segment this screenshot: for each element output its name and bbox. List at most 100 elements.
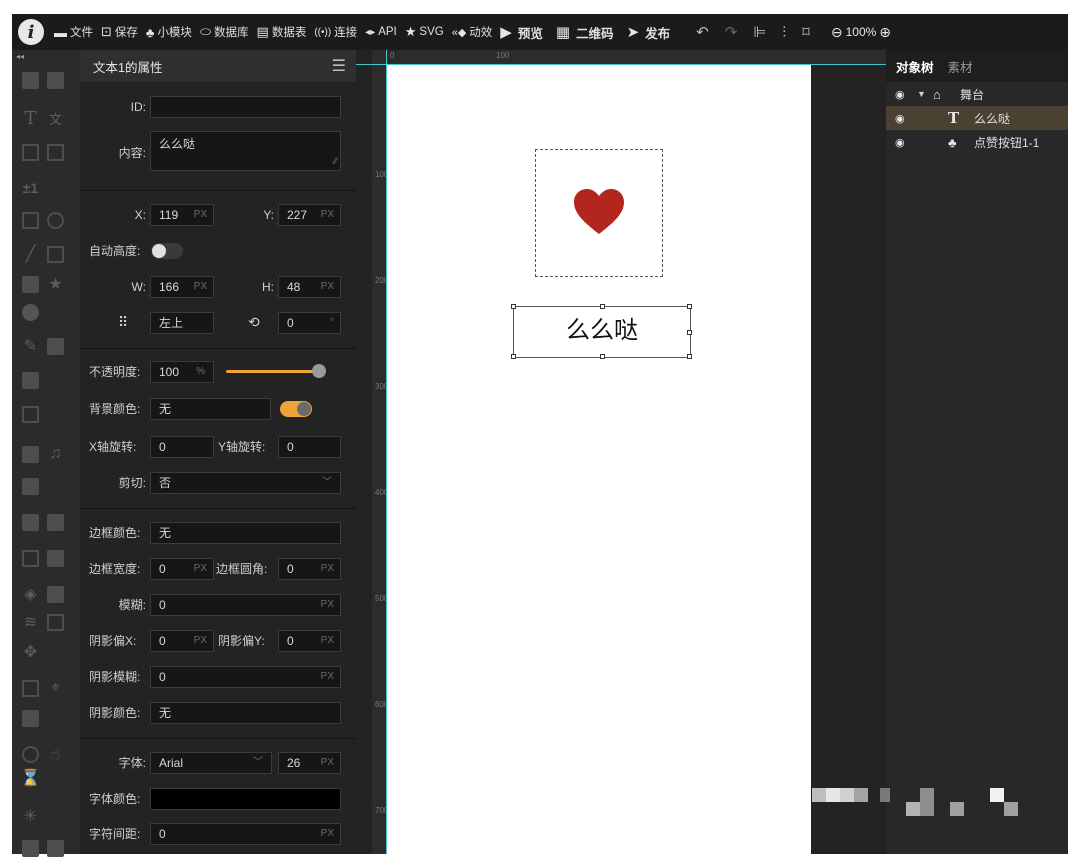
caret-down-icon[interactable]: ▼ [917, 89, 926, 99]
id-input[interactable] [150, 96, 341, 118]
connect-button[interactable]: ((•)) 连接 [314, 24, 357, 40]
anchor-select[interactable]: 左上 [150, 312, 214, 334]
zoom-in-icon[interactable]: ⊕ [879, 24, 891, 41]
border-width-input[interactable]: 0 PX [150, 558, 214, 580]
svg-image-icon[interactable] [22, 275, 39, 293]
clip-select[interactable]: 否 ﹀ [150, 472, 341, 494]
collapse-icon[interactable]: ◂◂ [16, 52, 24, 61]
music-icon[interactable]: ♫ [47, 445, 64, 463]
shape-icon[interactable] [22, 303, 39, 321]
stage[interactable]: 么么哒 [387, 65, 811, 854]
rectangle-icon[interactable] [22, 211, 39, 229]
move-icon[interactable]: ✥ [22, 644, 39, 661]
svg-button[interactable]: ★ SVG [405, 24, 444, 40]
api-button[interactable]: ◂▸ API [365, 26, 397, 38]
shadow-x-input[interactable]: 0 PX [150, 630, 214, 652]
form-icon[interactable] [47, 143, 64, 161]
qrcode-component-icon[interactable] [22, 405, 39, 423]
misc-icon-2[interactable] [47, 839, 64, 857]
resize-handle-bl[interactable] [511, 354, 516, 359]
auto-height-toggle[interactable] [151, 243, 183, 259]
eye-icon[interactable]: ◉ [895, 112, 905, 125]
eye-icon[interactable]: ◉ [895, 136, 905, 149]
animation-button[interactable]: «◆ 动效 [452, 24, 493, 40]
svg-file-icon[interactable] [47, 245, 64, 263]
eye-icon[interactable]: ◉ [895, 88, 905, 101]
resize-handle-tl[interactable] [511, 304, 516, 309]
puzzle-icon[interactable]: ✳ [22, 808, 39, 825]
opacity-slider-track[interactable] [226, 370, 322, 373]
border-color-input[interactable]: 无 [150, 522, 341, 544]
blur-input[interactable]: 0 PX [150, 594, 341, 616]
video-icon[interactable] [22, 445, 39, 463]
pen-icon[interactable]: ✎ [22, 338, 39, 355]
width-input[interactable]: 166 PX [150, 276, 214, 298]
save-button[interactable]: ⊡ 保存 [101, 24, 138, 40]
folder-component-icon[interactable] [47, 585, 64, 603]
panel-icon[interactable] [47, 549, 64, 567]
resize-grip-icon[interactable]: ⁄⁄ [334, 152, 337, 170]
bg-color-toggle[interactable] [280, 401, 312, 417]
frame-icon[interactable] [47, 337, 64, 355]
letter-spacing-input[interactable]: 0 PX [150, 823, 341, 845]
resize-handle-tr[interactable] [687, 304, 692, 309]
height-input[interactable]: 48 PX [278, 276, 341, 298]
publish-button[interactable]: ➤ 发布 [627, 23, 671, 42]
document-icon[interactable] [47, 513, 64, 531]
tab-assets[interactable]: 素材 [948, 57, 973, 76]
shadow-blur-input[interactable]: 0 PX [150, 666, 341, 688]
text-element[interactable]: 么么哒 [511, 304, 692, 359]
screen-icon[interactable] [22, 549, 39, 567]
font-size-input[interactable]: 26 PX [278, 752, 341, 774]
font-color-swatch[interactable]: #000000 [150, 788, 341, 810]
opacity-slider-handle[interactable] [312, 364, 326, 378]
y-input[interactable]: 227 PX [278, 204, 341, 226]
list-icon[interactable] [22, 679, 39, 697]
tree-node-text[interactable]: ◉ T 么么哒 [886, 106, 1068, 130]
shadow-color-input[interactable]: 无 [150, 702, 341, 724]
menu-icon[interactable]: ☰ [332, 56, 346, 76]
fit-icon[interactable]: ⌑ [802, 23, 810, 41]
translate-icon[interactable]: 文 [47, 110, 64, 127]
edit-icon[interactable] [22, 143, 39, 161]
align-left-icon[interactable]: ⊫ [753, 23, 766, 41]
circle-icon[interactable] [47, 211, 64, 229]
layers-icon[interactable]: ≋ [22, 614, 39, 631]
camera-icon[interactable] [22, 709, 39, 727]
tab-object-tree[interactable]: 对象树 [896, 57, 934, 76]
chat-icon[interactable] [22, 513, 39, 531]
zoom-out-icon[interactable]: ⊖ [831, 24, 843, 41]
shadow-y-input[interactable]: 0 PX [278, 630, 341, 652]
hourglass-icon[interactable]: ⌛ [21, 770, 41, 787]
y-rotate-input[interactable]: 0 [278, 436, 341, 458]
resize-handle-r[interactable] [687, 330, 692, 335]
content-textarea[interactable]: 么么哒 ⁄⁄ [150, 131, 341, 171]
misc-icon-1[interactable] [22, 839, 39, 857]
qrcode-button[interactable]: ▦ 二维码 [556, 23, 614, 42]
pin-icon[interactable]: ⌖ [47, 679, 64, 697]
timer-icon[interactable] [22, 745, 39, 763]
database-button[interactable]: ⬭ 数据库 [200, 24, 249, 40]
align-center-icon[interactable]: ⫶ [782, 24, 786, 41]
module-button[interactable]: ♣ 小模块 [146, 24, 192, 40]
hand-icon[interactable] [22, 371, 39, 389]
datatable-button[interactable]: ▤ 数据表 [257, 24, 307, 40]
image-icon[interactable] [22, 71, 39, 89]
opacity-input[interactable]: 100% [150, 361, 214, 383]
resize-handle-b[interactable] [600, 354, 605, 359]
touch-icon[interactable]: ☝ [47, 746, 64, 763]
x-rotate-input[interactable]: 0 [150, 436, 214, 458]
border-radius-input[interactable]: 0 PX [278, 558, 341, 580]
undo-icon[interactable]: ↶ [696, 23, 709, 41]
canvas-area[interactable]: 0 100 100 200 300 400 500 600 700 么么哒 [356, 50, 886, 854]
resize-handle-t[interactable] [600, 304, 605, 309]
image-group-icon[interactable] [47, 71, 64, 89]
font-select[interactable]: Arial ﹀ [150, 752, 272, 774]
counter-icon[interactable]: ±1 [22, 180, 39, 197]
preview-button[interactable]: ▶ 预览 [500, 23, 543, 42]
star-shape-icon[interactable]: ★ [47, 276, 64, 293]
tree-node-like-button[interactable]: ◉ ♣ 点赞按钮1-1 [886, 130, 1068, 154]
tree-node-stage[interactable]: ◉ ▼ ⌂ 舞台 [886, 82, 1068, 106]
like-button-component[interactable] [535, 149, 663, 277]
resize-handle-br[interactable] [687, 354, 692, 359]
